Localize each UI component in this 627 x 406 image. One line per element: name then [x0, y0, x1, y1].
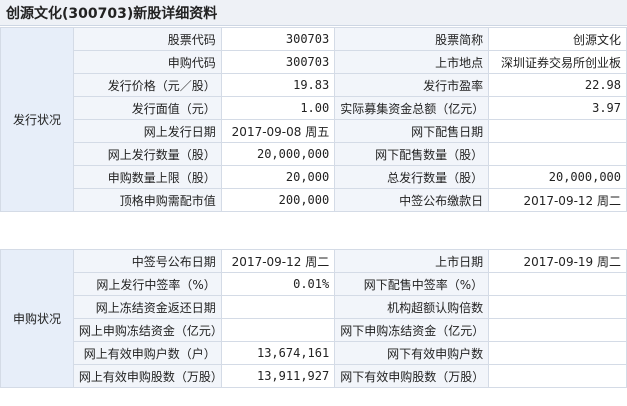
- field-label: 上市地点: [334, 50, 490, 74]
- section-label-subscription: 申购状况: [0, 249, 74, 388]
- table-row: 网上申购冻结资金（亿元） 网下申购冻结资金（亿元）: [1, 318, 627, 342]
- field-value: [488, 364, 627, 388]
- field-label: 网上发行数量（股）: [72, 142, 222, 166]
- field-label: 顶格申购需配市值: [72, 188, 222, 212]
- field-value: 2017-09-19 周二: [488, 249, 627, 273]
- field-value: 13,674,161: [220, 341, 336, 365]
- field-value: 19.83: [220, 73, 336, 97]
- field-value: [220, 318, 336, 342]
- field-label: 网下有效申购股数（万股）: [334, 364, 490, 388]
- field-label: 发行价格（元／股）: [72, 73, 222, 97]
- field-value: [488, 119, 627, 143]
- field-value: 20,000,000: [488, 165, 627, 189]
- field-label: 机构超额认购倍数: [334, 295, 490, 319]
- field-value: [488, 318, 627, 342]
- field-value: 3.97: [488, 96, 627, 120]
- issue-table: 发行状况 股票代码 300703 股票简称 创源文化 申购代码 300703 上市地点 深圳证券…: [0, 27, 627, 212]
- title-bar: 创源文化(300703)新股详细资料: [0, 0, 627, 26]
- table-row: 顶格申购需配市值 200,000 中签公布缴款日 2017-09-12 周二: [1, 188, 627, 212]
- field-value: 1.00: [220, 96, 336, 120]
- table-row: 发行面值（元） 1.00 实际募集资金总额（亿元） 3.97: [1, 96, 627, 120]
- field-value: 2017-09-12 周二: [488, 188, 627, 212]
- field-value: 200,000: [220, 188, 336, 212]
- field-label: 发行面值（元）: [72, 96, 222, 120]
- field-label: 申购数量上限（股）: [72, 165, 222, 189]
- field-label: 网下有效申购户数: [334, 341, 490, 365]
- field-label: 网下配售日期: [334, 119, 490, 143]
- field-value: [220, 295, 336, 319]
- field-label: 网上发行日期: [72, 119, 222, 143]
- field-value: 2017-09-12 周二: [220, 249, 336, 273]
- table-row: 申购数量上限（股） 20,000 总发行数量（股） 20,000,000: [1, 165, 627, 189]
- field-label: 中签号公布日期: [72, 249, 222, 273]
- table-row: 发行价格（元／股） 19.83 发行市盈率 22.98: [1, 73, 627, 97]
- subscription-rows: 申购状况 中签号公布日期 2017-09-12 周二 上市日期 2017-09-19 周…: [0, 249, 627, 388]
- table-row: 网上有效申购户数（户） 13,674,161 网下有效申购户数: [1, 341, 627, 365]
- field-value: 20,000: [220, 165, 336, 189]
- field-label: 上市日期: [334, 249, 490, 273]
- field-label: 网上有效申购户数（户）: [72, 341, 222, 365]
- table-row: 网上有效申购股数（万股） 13,911,927 网下有效申购股数（万股）: [1, 364, 627, 388]
- field-value: 创源文化: [488, 27, 627, 51]
- table-row: 申购代码 300703 上市地点 深圳证券交易所创业板: [1, 50, 627, 74]
- field-label: 中签公布缴款日: [334, 188, 490, 212]
- section-label-issue: 发行状况: [0, 27, 74, 212]
- field-label: 申购代码: [72, 50, 222, 74]
- field-value: [488, 341, 627, 365]
- field-value: 0.01%: [220, 272, 336, 296]
- field-value: 深圳证券交易所创业板: [488, 50, 627, 74]
- field-value: [488, 272, 627, 296]
- field-label: 股票代码: [72, 27, 222, 51]
- subscription-table: 申购状况 中签号公布日期 2017-09-12 周二 上市日期 2017-09-19 周…: [0, 249, 627, 388]
- table-row: 网上发行日期 2017-09-08 周五 网下配售日期: [1, 119, 627, 143]
- field-label: 网上冻结资金返还日期: [72, 295, 222, 319]
- field-value: 300703: [220, 27, 336, 51]
- field-label: 股票简称: [334, 27, 490, 51]
- table-row: 申购状况 中签号公布日期 2017-09-12 周二 上市日期 2017-09-19 周…: [0, 249, 627, 388]
- field-value: 300703: [220, 50, 336, 74]
- field-label: 实际募集资金总额（亿元）: [334, 96, 490, 120]
- field-label: 发行市盈率: [334, 73, 490, 97]
- table-row: 网上发行数量（股） 20,000,000 网下配售数量（股）: [1, 142, 627, 166]
- table-row: 网上发行中签率（%） 0.01% 网下配售中签率（%）: [1, 272, 627, 296]
- section-spacer: [0, 227, 627, 247]
- field-value: 20,000,000: [220, 142, 336, 166]
- issue-rows: 发行状况 股票代码 300703 股票简称 创源文化 申购代码 300703 上市地点 深圳证券…: [0, 27, 627, 212]
- field-value: 22.98: [488, 73, 627, 97]
- field-value: [488, 142, 627, 166]
- field-label: 网下配售中签率（%）: [334, 272, 490, 296]
- table-row: 网上冻结资金返还日期 机构超额认购倍数: [1, 295, 627, 319]
- field-value: 13,911,927: [220, 364, 336, 388]
- field-label: 网下申购冻结资金（亿元）: [334, 318, 490, 342]
- field-value: [488, 295, 627, 319]
- page-title: 创源文化(300703)新股详细资料: [6, 6, 218, 22]
- field-label: 网上申购冻结资金（亿元）: [72, 318, 222, 342]
- field-label: 网上有效申购股数（万股）: [72, 364, 222, 388]
- field-label: 总发行数量（股）: [334, 165, 490, 189]
- field-label: 网上发行中签率（%）: [72, 272, 222, 296]
- field-label: 网下配售数量（股）: [334, 142, 490, 166]
- table-row: 发行状况 股票代码 300703 股票简称 创源文化: [0, 27, 627, 212]
- field-value: 2017-09-08 周五: [220, 119, 336, 143]
